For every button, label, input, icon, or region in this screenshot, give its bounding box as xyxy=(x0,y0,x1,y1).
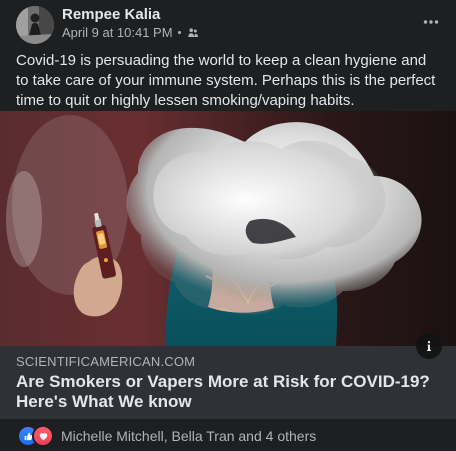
love-reaction-icon xyxy=(34,427,52,445)
post-message: Covid-19 is persuading the world to keep… xyxy=(16,52,436,109)
link-info-button[interactable] xyxy=(416,333,442,359)
separator-dot xyxy=(177,31,181,34)
friends-icon[interactable] xyxy=(187,27,199,39)
info-icon xyxy=(427,340,431,351)
link-preview-card[interactable]: SCIENTIFICAMERICAN.COM Are Smokers or Va… xyxy=(0,346,456,419)
link-headline[interactable]: Are Smokers or Vapers More at Risk for C… xyxy=(16,372,441,412)
more-options-button[interactable] xyxy=(420,11,442,33)
reactions-bar: Michelle Mitchell, Bella Tran and 4 othe… xyxy=(0,421,456,451)
post-link-image[interactable] xyxy=(0,111,456,346)
facebook-post-card: Rempee Kalia April 9 at 10:41 PM Covid-1… xyxy=(0,0,456,451)
author-avatar[interactable] xyxy=(16,6,54,44)
reaction-icons[interactable] xyxy=(19,425,55,447)
reactions-summary[interactable]: Michelle Mitchell, Bella Tran and 4 othe… xyxy=(61,428,316,444)
post-header: Rempee Kalia April 9 at 10:41 PM xyxy=(0,0,456,44)
author-name[interactable]: Rempee Kalia xyxy=(62,6,160,23)
post-meta: April 9 at 10:41 PM xyxy=(62,25,199,40)
link-domain: SCIENTIFICAMERICAN.COM xyxy=(16,354,196,369)
post-timestamp[interactable]: April 9 at 10:41 PM xyxy=(62,25,173,40)
more-options-icon xyxy=(423,20,439,24)
